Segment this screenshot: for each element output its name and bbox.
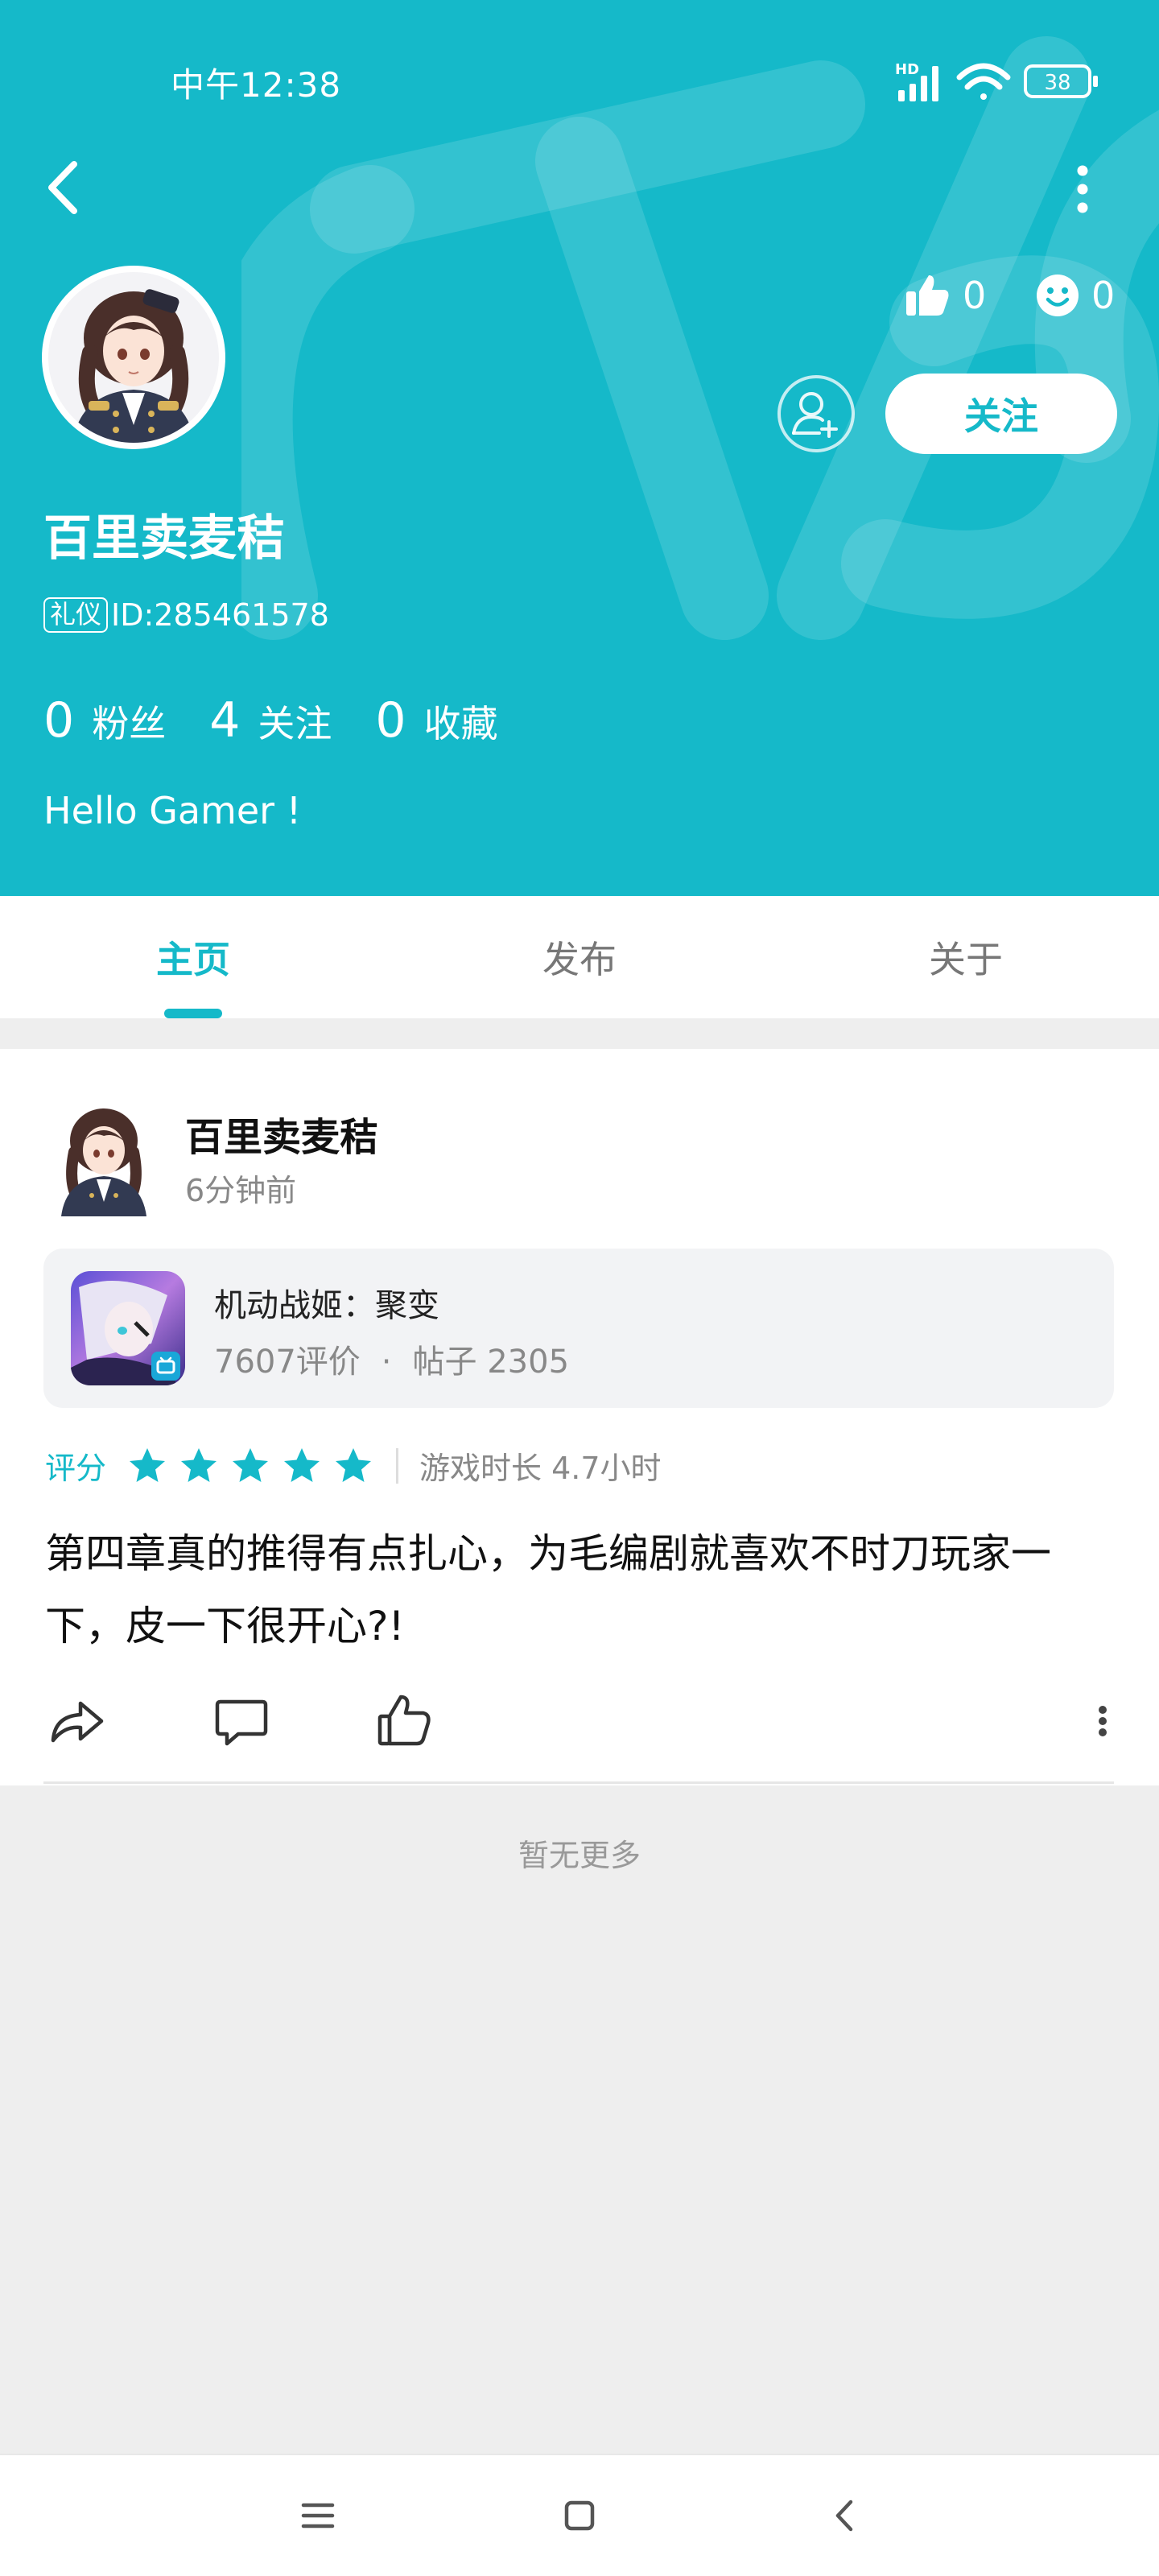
meta-separator: ·: [381, 1344, 392, 1381]
following-count-link[interactable]: 4 关注: [209, 692, 332, 749]
menu-icon[interactable]: [290, 2487, 346, 2544]
game-name: 机动战姬：聚变: [214, 1287, 439, 1324]
status-icons: HD 38: [895, 61, 1098, 101]
tab-about[interactable]: 关于: [773, 896, 1159, 1018]
game-card[interactable]: 机动战姬：聚变 7607评价 · 帖子 2305: [43, 1249, 1114, 1408]
playtime: 游戏时长 4.7小时: [419, 1451, 662, 1486]
profile-header: 中午12:38 HD 38 0 0 关注 百里卖麦秸 礼仪 ID:2854615…: [0, 0, 1159, 896]
star-icon: [284, 1447, 320, 1482]
post-card[interactable]: 百里卖麦秸 6分钟前 机动战姬：聚变 7607评价 · 帖子 2305 评分 游…: [0, 1049, 1159, 1785]
following-count: 4: [209, 692, 241, 749]
likes-stat[interactable]: 0: [905, 267, 986, 324]
hd-label: HD: [895, 61, 919, 78]
post-divider: [43, 1781, 1114, 1784]
back-chevron-icon[interactable]: [42, 158, 87, 217]
post-author-name[interactable]: 百里卖麦秸: [185, 1105, 378, 1162]
battery-icon: 38: [1024, 64, 1098, 98]
favorites-count-link[interactable]: 0 收藏: [375, 692, 497, 749]
follow-button[interactable]: 关注: [885, 374, 1117, 454]
favorites-label: 收藏: [423, 702, 498, 745]
profile-avatar[interactable]: [42, 266, 225, 449]
game-reviews: 7607评价: [214, 1344, 361, 1381]
system-navigation-bar: [0, 2454, 1159, 2576]
battery-level: 38: [1044, 71, 1070, 95]
fans-count-link[interactable]: 0 粉丝: [43, 692, 166, 749]
profile-tabs: 主页 发布 关于: [0, 896, 1159, 1018]
tab-home[interactable]: 主页: [0, 896, 386, 1018]
post-actions: [0, 1689, 1159, 1761]
id-row: 礼仪 ID:285461578: [43, 597, 329, 633]
profile-username: 百里卖麦秸: [43, 510, 285, 567]
comment-icon[interactable]: [209, 1689, 274, 1753]
no-more-text: 暂无更多: [518, 1838, 641, 1873]
smile-count: 0: [1091, 274, 1116, 317]
post-more-icon[interactable]: [1079, 1689, 1127, 1753]
smile-icon: [1037, 275, 1079, 316]
rating-label: 评分: [45, 1451, 107, 1486]
game-meta: 7607评价 · 帖子 2305: [214, 1335, 569, 1382]
post-author-avatar[interactable]: [43, 1096, 164, 1216]
star-icon: [233, 1447, 269, 1482]
share-icon[interactable]: [45, 1689, 109, 1753]
thumbs-up-icon: [906, 275, 949, 316]
wifi-icon: [956, 63, 1011, 100]
star-icon: [336, 1447, 372, 1482]
back-triangle-icon[interactable]: [817, 2487, 873, 2544]
id-badge: 礼仪: [43, 597, 109, 633]
profile-bio: Hello Gamer !: [43, 789, 302, 832]
add-friend-icon[interactable]: [776, 374, 856, 454]
active-tab-indicator: [164, 1009, 222, 1018]
smile-stat[interactable]: 0: [1035, 267, 1115, 324]
status-time: 中午12:38: [171, 65, 342, 105]
rating-row: 评分 游戏时长 4.7小时: [45, 1443, 662, 1488]
like-icon[interactable]: [373, 1689, 438, 1753]
likes-count: 0: [963, 274, 987, 317]
fans-label: 粉丝: [92, 702, 167, 745]
avatar-illustration: [48, 272, 219, 443]
post-time: 6分钟前: [185, 1173, 297, 1208]
game-icon: [71, 1271, 185, 1385]
following-label: 关注: [258, 702, 332, 745]
status-bar: 中午12:38 HD 38: [0, 0, 1159, 161]
fans-count: 0: [43, 692, 75, 749]
star-icon: [181, 1447, 217, 1482]
profile-counts: 0 粉丝 4 关注 0 收藏: [43, 692, 542, 749]
post-text: 第四章真的推得有点扎心，为毛编剧就喜欢不时刀玩家一下，皮一下很开心?!: [45, 1530, 1051, 1649]
user-id: ID:285461578: [111, 597, 329, 633]
star-icon: [130, 1447, 166, 1482]
rating-divider: [396, 1447, 399, 1484]
favorites-count: 0: [375, 692, 406, 749]
tab-posts[interactable]: 发布: [386, 896, 773, 1018]
rating-stars: [127, 1446, 385, 1486]
game-posts: 帖子 2305: [412, 1344, 570, 1381]
home-square-icon[interactable]: [551, 2487, 608, 2544]
more-options-icon[interactable]: [1062, 161, 1103, 217]
